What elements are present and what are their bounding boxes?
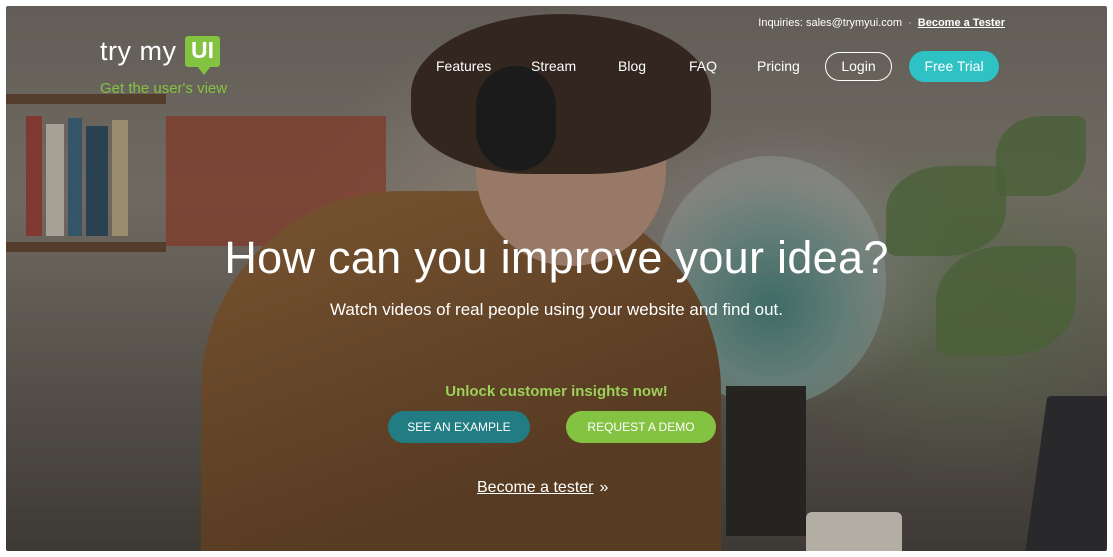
nav-features[interactable]: Features <box>436 58 491 74</box>
request-demo-button[interactable]: REQUEST A DEMO <box>566 411 716 443</box>
nav-stream[interactable]: Stream <box>531 58 576 74</box>
nav-pricing[interactable]: Pricing <box>757 58 800 74</box>
hero-headline: How can you improve your idea? <box>224 232 889 283</box>
hero-subhead: Watch videos of real people using your w… <box>330 300 783 319</box>
inquiries-text: Inquiries: sales@trymyui.com <box>758 17 903 29</box>
double-chevron-right-icon: » <box>599 479 609 496</box>
top-utility-bar: Inquiries: sales@trymyui.com · Become a Te… <box>758 17 1005 29</box>
logo-wordmark: try my <box>100 36 177 66</box>
become-tester-label[interactable]: Become a tester <box>477 479 594 496</box>
separator: · <box>908 17 912 29</box>
logo-tagline: Get the user's view <box>100 80 228 97</box>
become-tester-link[interactable]: Become a tester » <box>477 479 608 497</box>
unlock-insights-text: Unlock customer insights now! <box>445 383 668 400</box>
free-trial-button[interactable]: Free Trial <box>909 51 999 82</box>
nav-faq[interactable]: FAQ <box>689 58 717 74</box>
see-example-button[interactable]: SEE AN EXAMPLE <box>388 411 530 443</box>
become-tester-top-link[interactable]: Become a Tester <box>918 17 1005 29</box>
nav-blog[interactable]: Blog <box>618 58 646 74</box>
logo[interactable]: try my UI <box>100 36 220 75</box>
logo-ui-badge: UI <box>184 36 220 75</box>
login-button[interactable]: Login <box>825 52 892 81</box>
